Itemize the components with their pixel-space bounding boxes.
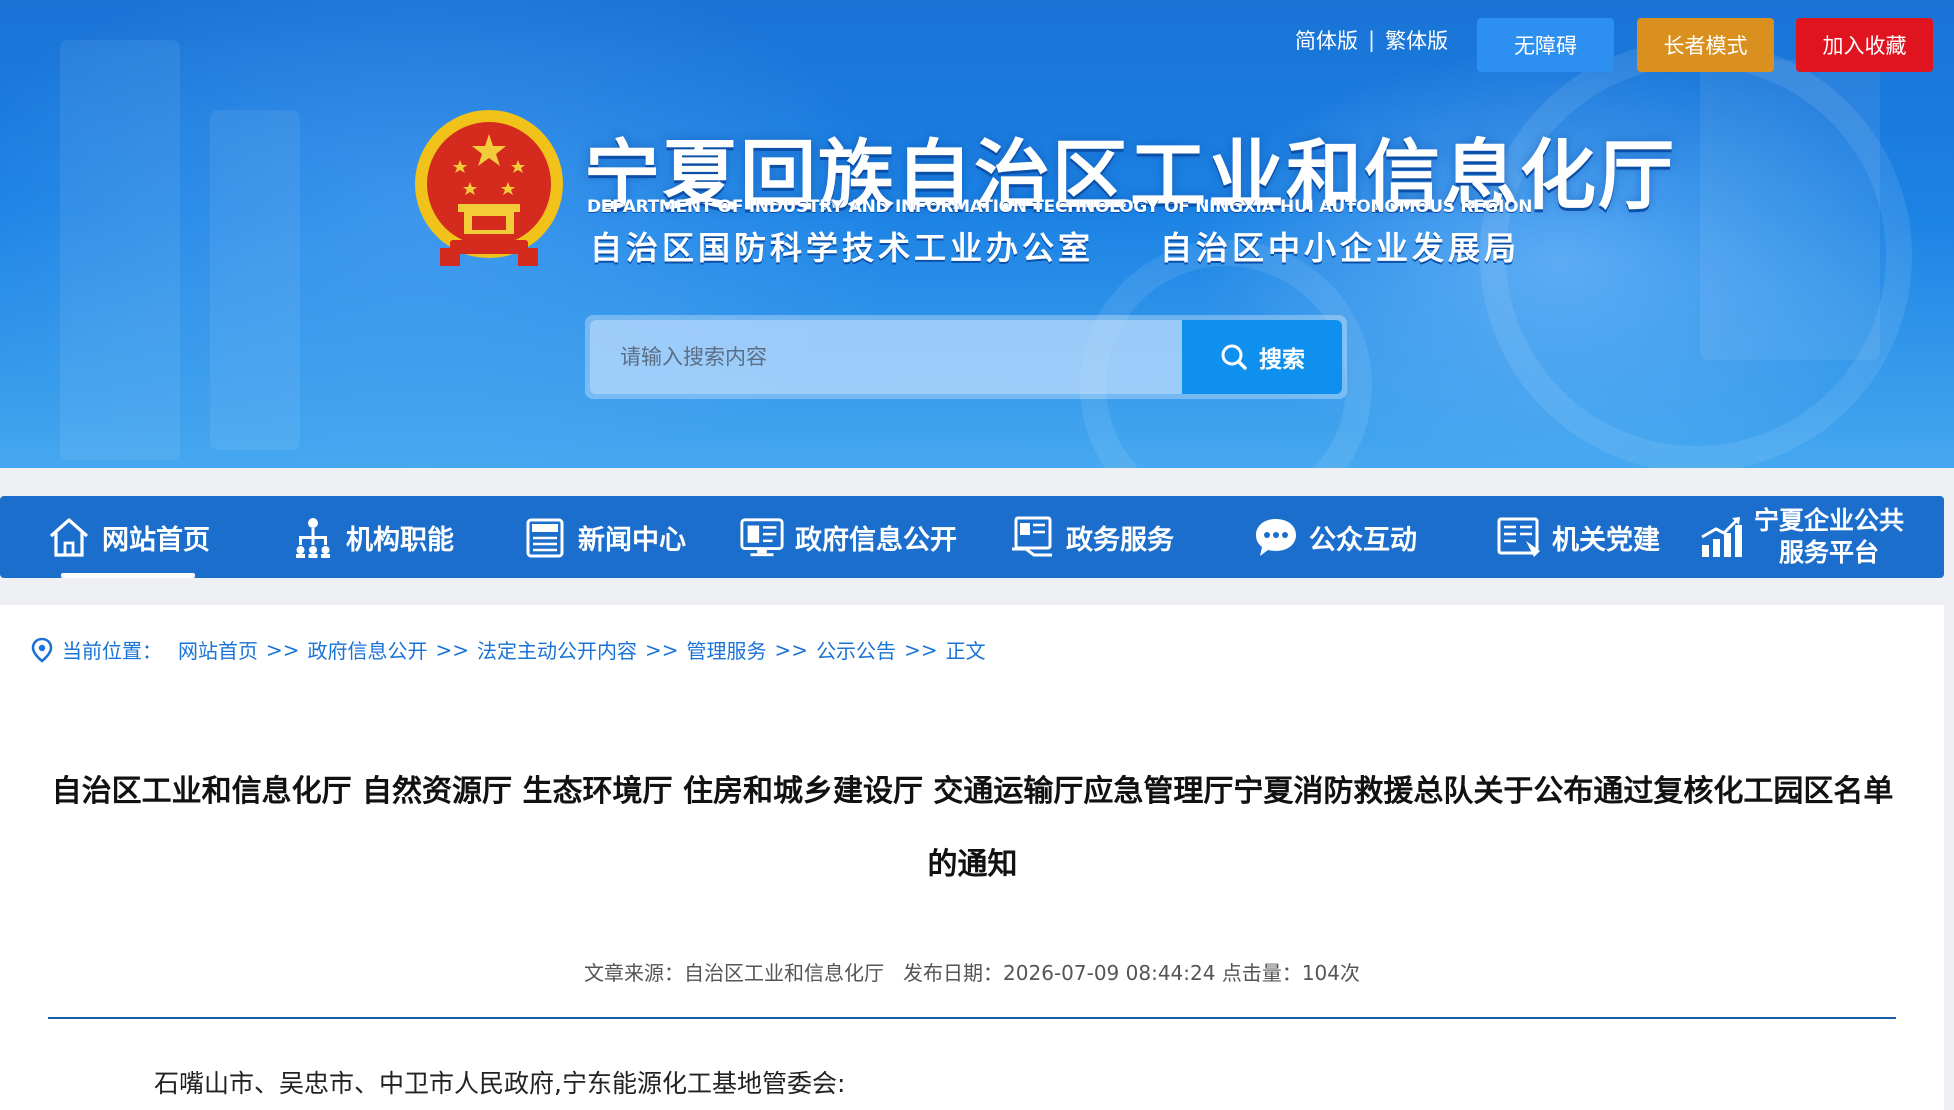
org-chart-icon: [290, 514, 336, 560]
search-button-label: 搜索: [1259, 347, 1305, 373]
breadcrumb-link-gov-info[interactable]: 政府信息公开: [308, 635, 428, 664]
accessibility-button[interactable]: 无障碍: [1477, 18, 1614, 72]
nav-label: 机构职能: [346, 524, 454, 556]
article-title: 自治区工业和信息化厅 自然资源厅 生态环境厅 住房和城乡建设厅 交通运输厅应急管…: [51, 774, 1894, 882]
breadcrumb-separator: >>: [904, 637, 938, 662]
traditional-link[interactable]: 繁体版: [1385, 25, 1448, 55]
home-icon: [46, 514, 92, 560]
nav-item-organization[interactable]: 机构职能: [256, 496, 488, 578]
elder-mode-button[interactable]: 长者模式: [1637, 18, 1774, 72]
nav-item-gov-info[interactable]: 政府信息公开: [720, 496, 976, 578]
article-panel: 当前位置： 网站首页 >> 政府信息公开 >> 法定主动公开内容 >> 管理服务…: [0, 605, 1944, 1110]
breadcrumb-link-statutory[interactable]: 法定主动公开内容: [477, 635, 637, 664]
breadcrumb-current[interactable]: 正文: [946, 635, 986, 664]
nav-label: 网站首页: [102, 524, 210, 556]
breadcrumb-label: 当前位置：: [62, 639, 162, 663]
subtitle-defense-office: 自治区国防科学技术工业办公室: [590, 229, 1095, 267]
nav-label-line2: 服务平台: [1779, 538, 1880, 567]
breadcrumb-separator: >>: [774, 637, 809, 662]
nav-item-party-building[interactable]: 机关党建: [1462, 496, 1694, 578]
nav-item-enterprise-platform[interactable]: 宁夏企业公共 服务平台: [1694, 496, 1944, 578]
banner-decoration: [210, 110, 300, 450]
search-button[interactable]: 搜索: [1182, 320, 1342, 394]
monitor-icon: [739, 514, 785, 560]
breadcrumb-link-home[interactable]: 网站首页: [178, 635, 258, 664]
breadcrumb-link-announcements[interactable]: 公示公告: [816, 635, 896, 664]
search-icon: [1221, 344, 1247, 370]
breadcrumb-separator: >>: [435, 637, 470, 662]
nav-label: 公众互动: [1309, 524, 1417, 556]
language-switch: 简体版 | 繁体版: [1295, 22, 1448, 58]
article-first-paragraph: 石嘴山市、吴忠市、中卫市人民政府,宁东能源化工基地管委会:: [154, 1069, 846, 1098]
article-meta: 文章来源：自治区工业和信息化厅 发布日期：2026-07-09 08:44:24…: [583, 961, 1360, 985]
breadcrumb: 当前位置： 网站首页 >> 政府信息公开 >> 法定主动公开内容 >> 管理服务…: [30, 635, 986, 664]
title-divider: [48, 1017, 1896, 1019]
nav-item-public-interaction[interactable]: 公众互动: [1208, 496, 1462, 578]
add-favorite-button[interactable]: 加入收藏: [1796, 18, 1933, 72]
service-icon: [1010, 514, 1056, 560]
breadcrumb-link-management[interactable]: 管理服务: [687, 635, 767, 664]
nav-label: 政务服务: [1066, 524, 1174, 556]
banner-decoration: [60, 40, 180, 460]
chart-growth-icon: [1698, 514, 1744, 560]
national-emblem-icon: [415, 110, 563, 266]
nav-item-home[interactable]: 网站首页: [0, 496, 256, 578]
nav-label-line1: 宁夏企业公共: [1754, 506, 1905, 535]
nav-label-two-line: 宁夏企业公共 服务平台: [1754, 505, 1904, 569]
book-icon: [1496, 514, 1542, 560]
language-separator: |: [1368, 28, 1376, 52]
nav-item-news[interactable]: 新闻中心: [488, 496, 720, 578]
subtitle-sme-bureau: 自治区中小企业发展局: [1160, 229, 1521, 267]
banner-decoration: [1480, 40, 1912, 468]
news-icon: [522, 514, 568, 560]
breadcrumb-separator: >>: [266, 637, 300, 662]
nav-label: 机关党建: [1552, 524, 1660, 556]
nav-item-gov-service[interactable]: 政务服务: [976, 496, 1208, 578]
chat-icon: [1253, 514, 1299, 560]
simplified-link[interactable]: 简体版: [1295, 25, 1358, 55]
site-title-english: DEPARTMENT OF INDUSTRY AND INFORMATION T…: [587, 197, 1533, 217]
main-nav: 网站首页 机构职能 新闻中心 政府信息公开 政务服务 公众互动 机关党建 宁夏企…: [0, 496, 1944, 578]
nav-label: 政府信息公开: [795, 524, 957, 556]
location-pin-icon: [31, 637, 53, 663]
nav-label: 新闻中心: [578, 524, 686, 556]
breadcrumb-separator: >>: [645, 637, 679, 662]
search-input[interactable]: [590, 320, 1182, 394]
